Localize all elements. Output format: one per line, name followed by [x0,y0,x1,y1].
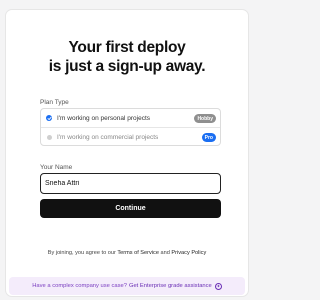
name-label: Your Name [40,164,73,171]
hobby-badge: Hobby [194,114,216,123]
plan-option-label: I'm working on personal projects [57,114,151,122]
title-line-1: Your first deploy [68,39,186,56]
terms-and: and [158,250,172,256]
checked-radio-icon[interactable] [46,115,52,121]
privacy-policy-link[interactable]: Privacy Policy [171,250,206,256]
terms-prefix: By joining, you agree to our [47,250,118,256]
enterprise-question: Have a complex company use case? [32,283,127,289]
pro-badge: Pro [201,133,216,142]
page-title: Your first deploy is just a sign-up away… [6,38,248,76]
plan-option-personal[interactable]: I'm working on personal projects Hobby [41,109,220,128]
signup-card: Your first deploy is just a sign-up away… [5,9,249,297]
unchecked-radio-icon[interactable] [46,135,52,140]
enterprise-link[interactable]: Get Enterprise grade assistance [129,283,212,289]
continue-button[interactable]: Continue [40,199,221,218]
plan-option-commercial[interactable]: I'm working on commercial projects Pro [41,128,220,147]
terms-of-service-link[interactable]: Terms of Service [117,250,159,256]
plan-type-label: Plan Type [40,99,69,106]
name-input[interactable] [40,173,221,194]
arrow-right-circle-icon[interactable] [214,282,222,290]
plan-type-group: I'm working on personal projects Hobby I… [40,108,221,146]
terms-text: By joining, you agree to our Terms of Se… [6,250,248,256]
plan-option-label: I'm working on commercial projects [57,134,159,141]
title-line-2: is just a sign-up away. [48,58,206,75]
enterprise-banner[interactable]: Have a complex company use case? Get Ent… [9,277,245,295]
